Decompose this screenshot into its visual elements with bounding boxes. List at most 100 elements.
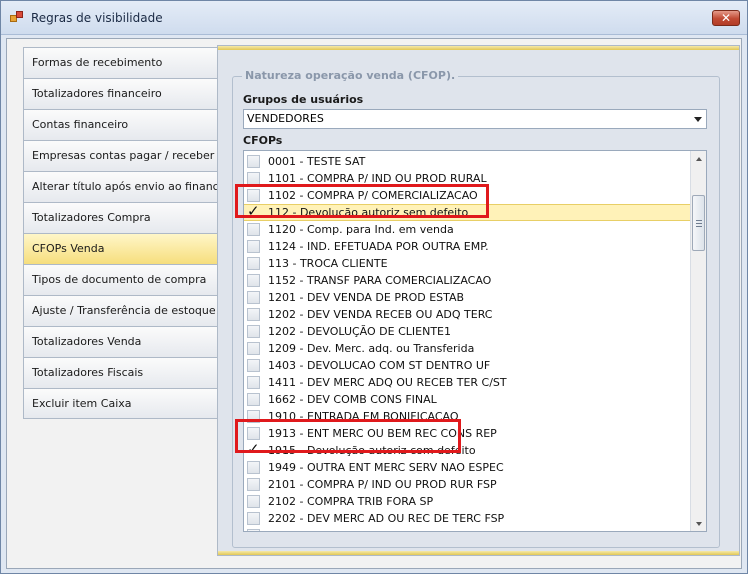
cfop-label: 1403 - DEVOLUCAO COM ST DENTRO UF (268, 359, 491, 372)
cfop-label: 0001 - TESTE SAT (268, 155, 366, 168)
sidebar-item-label: Formas de recebimento (32, 56, 163, 69)
checkbox[interactable] (247, 308, 260, 321)
cfop-label: 1949 - OUTRA ENT MERC SERV NAO ESPEC (268, 461, 504, 474)
checkbox[interactable] (247, 240, 260, 253)
sidebar-item-label: Tipos de documento de compra (32, 273, 207, 286)
window: Regras de visibilidade ✕ Formas de receb… (0, 0, 748, 574)
checkbox[interactable] (247, 512, 260, 525)
highlight-box-112 (235, 184, 489, 218)
client-area: Formas de recebimento Totalizadores finan… (6, 38, 742, 569)
cfop-label: 1124 - IND. EFETUADA POR OUTRA EMP. (268, 240, 489, 253)
checkbox[interactable] (247, 223, 260, 236)
cfop-label: 1120 - Comp. para Ind. em venda (268, 223, 454, 236)
sidebar-item[interactable]: Totalizadores Compra (23, 202, 218, 233)
cfop-row[interactable]: 1202 - DEVOLUÇÃO DE CLIENTE1 (244, 323, 690, 340)
sidebar-item[interactable]: Totalizadores Venda (23, 326, 218, 357)
sidebar-item[interactable]: Formas de recebimento (23, 47, 218, 78)
checkbox[interactable] (247, 257, 260, 270)
sidebar-item-label: Contas financeiro (32, 118, 129, 131)
title-bar[interactable]: Regras de visibilidade ✕ (1, 1, 747, 35)
sidebar-item-label: Totalizadores financeiro (32, 87, 162, 100)
cfop-row[interactable]: 113 - TROCA CLIENTE (244, 255, 690, 272)
user-group-value: VENDEDORES (247, 112, 324, 125)
sidebar-item[interactable]: Contas financeiro (23, 109, 218, 140)
cfop-label: 2202 - devolução Tributada dentro UF (268, 529, 476, 531)
user-group-dropdown[interactable]: VENDEDORES (243, 109, 707, 129)
checkbox[interactable] (247, 478, 260, 491)
cfops-label: CFOPs (243, 134, 283, 147)
checkbox[interactable] (247, 274, 260, 287)
cfop-row[interactable]: 2101 - COMPRA P/ IND OU PROD RUR FSP (244, 476, 690, 493)
list-scrollbar[interactable] (690, 151, 706, 531)
cfop-row[interactable]: 1152 - TRANSF PARA COMERCIALIZACAO (244, 272, 690, 289)
sidebar-item-label: Totalizadores Fiscais (32, 366, 144, 379)
checkbox[interactable] (247, 342, 260, 355)
cfop-row[interactable]: 1201 - DEV VENDA DE PROD ESTAB (244, 289, 690, 306)
sidebar-item[interactable]: CFOPs Venda (23, 233, 220, 264)
sidebar-item[interactable]: Totalizadores financeiro (23, 78, 218, 109)
checkbox[interactable] (247, 325, 260, 338)
arrow-up-icon (695, 156, 702, 161)
checkbox[interactable] (247, 376, 260, 389)
highlight-box-1915 (235, 419, 461, 453)
checkbox[interactable] (247, 291, 260, 304)
cfop-label: 1209 - Dev. Merc. adq. ou Transferida (268, 342, 475, 355)
checkbox[interactable] (247, 155, 260, 168)
window-title: Regras de visibilidade (31, 11, 163, 25)
sidebar-item-label: Alterar título após envio ao financeiro (32, 180, 240, 193)
cfop-label: 1202 - DEVOLUÇÃO DE CLIENTE1 (268, 325, 451, 338)
cfop-row[interactable]: 0001 - TESTE SAT (244, 153, 690, 170)
cfop-label: 2101 - COMPRA P/ IND OU PROD RUR FSP (268, 478, 497, 491)
sidebar-item-label: CFOPs Venda (32, 242, 105, 255)
sidebar-item[interactable]: Alterar título após envio ao financeiro (23, 171, 240, 202)
panel-bottom-bar (218, 551, 739, 555)
sidebar-item[interactable]: Ajuste / Transferência de estoque (23, 295, 218, 326)
user-groups-label: Grupos de usuários (243, 93, 364, 106)
cfop-row[interactable]: 1403 - DEVOLUCAO COM ST DENTRO UF (244, 357, 690, 374)
sidebar-item[interactable]: Excluir item Caixa (23, 388, 218, 419)
cfop-label: 1201 - DEV VENDA DE PROD ESTAB (268, 291, 465, 304)
cfop-row[interactable]: 2102 - COMPRA TRIB FORA SP (244, 493, 690, 510)
cfop-label: 2102 - COMPRA TRIB FORA SP (268, 495, 434, 508)
checkbox[interactable] (247, 495, 260, 508)
cfop-row[interactable]: 2202 - DEV MERC AD OU REC DE TERC FSP (244, 510, 690, 527)
group-title: Natureza operação venda (CFOP). (242, 69, 459, 82)
scroll-down-button[interactable] (691, 516, 706, 531)
scroll-up-button[interactable] (691, 151, 706, 166)
content-panel: Natureza operação venda (CFOP). Grupos d… (217, 45, 740, 556)
cfop-row[interactable]: 1124 - IND. EFETUADA POR OUTRA EMP. (244, 238, 690, 255)
sidebar-item-label: Empresas contas pagar / receber (32, 149, 215, 162)
checkbox[interactable] (247, 461, 260, 474)
group-box: Natureza operação venda (CFOP). Grupos d… (232, 69, 720, 548)
checkbox[interactable] (247, 393, 260, 406)
sidebar-item-label: Totalizadores Compra (32, 211, 151, 224)
scroll-thumb[interactable] (692, 195, 705, 251)
cfop-label: 2202 - DEV MERC AD OU REC DE TERC FSP (268, 512, 505, 525)
cfop-label: 1662 - DEV COMB CONS FINAL (268, 393, 437, 406)
grip-line (696, 220, 702, 221)
grip-line (696, 226, 702, 227)
grip-line (696, 223, 702, 224)
close-button[interactable]: ✕ (712, 10, 740, 26)
cfop-label: 1202 - DEV VENDA RECEB OU ADQ TERC (268, 308, 493, 321)
cfop-row[interactable]: 1120 - Comp. para Ind. em venda (244, 221, 690, 238)
panel-top-bar (218, 46, 739, 50)
cfop-row[interactable]: 1209 - Dev. Merc. adq. ou Transferida (244, 340, 690, 357)
cfop-label: 1411 - DEV MERC ADQ OU RECEB TER C/ST (268, 376, 507, 389)
cfop-row[interactable]: 1411 - DEV MERC ADQ OU RECEB TER C/ST (244, 374, 690, 391)
cfop-label: 113 - TROCA CLIENTE (268, 257, 388, 270)
checkbox[interactable] (247, 359, 260, 372)
sidebar-item-label: Ajuste / Transferência de estoque (32, 304, 216, 317)
chevron-down-icon[interactable] (694, 117, 702, 122)
cfop-row[interactable]: 1662 - DEV COMB CONS FINAL (244, 391, 690, 408)
sidebar-item[interactable]: Tipos de documento de compra (23, 264, 218, 295)
checkbox[interactable] (247, 529, 260, 531)
cfop-row[interactable]: 2202 - devolução Tributada dentro UF (244, 527, 690, 531)
cfop-row[interactable]: 1202 - DEV VENDA RECEB OU ADQ TERC (244, 306, 690, 323)
sidebar-item[interactable]: Totalizadores Fiscais (23, 357, 218, 388)
sidebar-item-label: Totalizadores Venda (32, 335, 142, 348)
app-icon (10, 11, 24, 23)
sidebar-item-label: Excluir item Caixa (32, 397, 132, 410)
sidebar-item[interactable]: Empresas contas pagar / receber (23, 140, 218, 171)
cfop-row[interactable]: 1949 - OUTRA ENT MERC SERV NAO ESPEC (244, 459, 690, 476)
